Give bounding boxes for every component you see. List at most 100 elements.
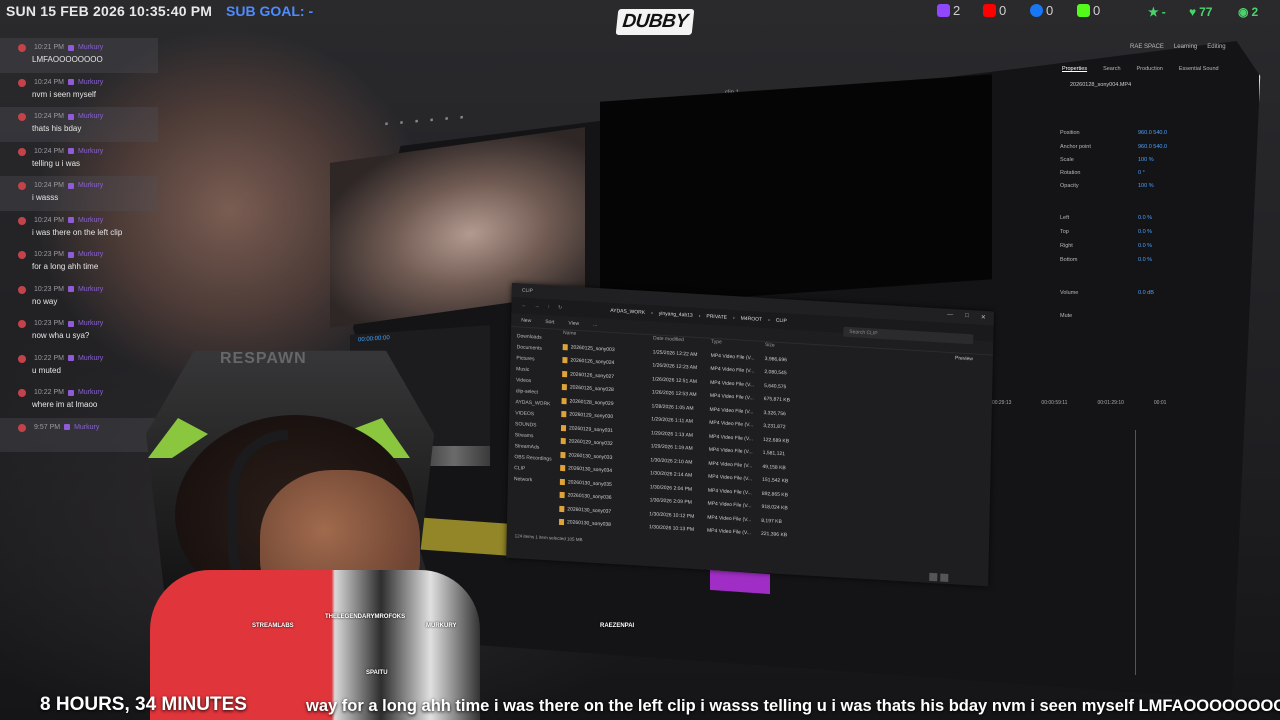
up-icon[interactable]: ↑ [547,304,550,310]
chat-time: 10:21 PM [34,44,64,51]
chat-message: 9:57 PM Murkury [0,417,158,452]
file-size: 3,326,756 [763,409,786,418]
chat-time: 10:24 PM [34,113,64,120]
close-icon[interactable]: ✕ [981,314,986,321]
property-value[interactable]: 100 % [1138,157,1154,163]
video-file-icon [559,478,565,485]
file-name: 20260130_sony036 [567,492,612,502]
kick-icon [1077,4,1090,17]
avatar [18,320,26,328]
toolbar-button[interactable]: View [568,320,579,327]
badge-icon [67,113,74,120]
chat-username: Murkury [77,216,104,224]
maximize-icon[interactable]: □ [965,313,969,320]
chat-username: Murkury [77,251,104,258]
workspace-tab[interactable]: Editing [1207,44,1225,50]
file-date: 1/26/2026 12:51 AM [652,376,697,385]
sub-goal: SUB GOAL: - [226,3,314,19]
property-value[interactable]: 960.0 540.0 [1138,130,1167,136]
property-value[interactable]: 0 ° [1138,170,1145,176]
file-name: 20260128_sony029 [569,398,614,407]
properties-tab[interactable]: Essential Sound [1179,66,1219,72]
follower-stat: ★ - [1148,5,1166,19]
properties-tab[interactable]: Search [1103,66,1120,72]
refresh-icon[interactable]: ↻ [558,305,562,311]
property-row: Rotation 0 ° [1060,170,1145,176]
chevron-right-icon: › [732,315,735,322]
toolbar-button[interactable]: Sort [545,318,554,325]
file-size: 8,197 KB [761,517,782,525]
view-toggle [929,572,949,582]
breadcrumb-item[interactable]: PRIVATE [706,314,727,321]
chat-time: 10:23 PM [34,285,64,293]
file-date: 1/28/2026 1:05 AM [651,403,694,412]
file-list: Name Date modified Type Size 20260125_sony0… [553,330,993,555]
file-type: MP4 Video File (V... [707,514,752,523]
file-type: MP4 Video File (V... [710,379,755,389]
tiles-view-icon[interactable] [940,573,949,582]
chat-message: 10:22 PM Murkury where im at lmaoo [0,383,158,418]
chat-time: 10:23 PM [34,320,64,327]
file-size: 3,986,696 [764,355,787,364]
property-value[interactable]: 0.0 % [1138,243,1152,249]
file-explorer-window: CLIP — □ ✕ ← → ↑ ↻ AYDAS_WORK › yinyang_4a… [506,283,994,587]
forward-icon[interactable]: → [534,303,539,309]
badge-icon [67,182,74,189]
badge-icon [67,148,74,154]
property-value[interactable]: 0.0 % [1138,257,1152,263]
timeline-purple-clip[interactable] [710,569,770,595]
twitch-icon [937,4,950,17]
details-view-icon[interactable] [929,572,938,582]
toolbar-button[interactable]: ... [593,321,597,327]
sidebar-item[interactable]: Network [514,474,554,487]
preview-button[interactable]: Preview [955,355,973,362]
property-row: Scale 100 % [1060,157,1154,163]
chat-time: 10:23 PM [34,251,64,258]
youtube-count: 0 [983,3,1006,18]
facebook-icon [1030,4,1043,17]
property-value[interactable]: 0.0 % [1138,215,1152,221]
properties-panel: Properties Search Production Essential Soun… [1040,60,1245,380]
file-date: 1/26/2026 12:53 AM [651,389,697,399]
chat-text: i wasss [32,193,59,202]
minimize-icon[interactable]: — [947,312,953,319]
property-value[interactable]: 0.0 dB [1138,290,1154,296]
breadcrumb-item[interactable]: yinyang_4ab13 [659,311,693,319]
twitch-count: 2 [937,3,960,18]
file-date: 1/25/2026 12:22 AM [652,349,698,358]
breadcrumb-item[interactable]: CLIP [776,318,787,325]
badge-icon [67,217,74,223]
workspace-tab[interactable]: Learning [1174,44,1197,50]
toolbar-button[interactable]: New [521,317,531,324]
properties-tab[interactable]: Properties [1062,66,1087,72]
overlay-label: THELEGENDARYMROFOKS [325,614,406,620]
avatar [18,182,26,190]
file-size: 5,640,575 [764,382,787,391]
properties-tab[interactable]: Production [1137,66,1163,72]
breadcrumb-item[interactable]: M4ROOT [741,316,763,323]
chat-username: Murkury [77,113,104,120]
property-value[interactable]: 0.0 % [1138,229,1152,235]
workspace-tab[interactable]: RAE SPACE [1130,44,1164,50]
back-icon[interactable]: ← [521,303,526,309]
chat-username: Murkury [77,285,104,293]
breadcrumb-item[interactable]: AYDAS_WORK [610,308,645,316]
file-name: 20260126_sony024 [570,357,615,367]
file-name: 20260130_sony038 [566,519,612,529]
overlay-label: MURKURY [426,623,457,629]
property-label: Right [1060,243,1073,249]
file-name: 20260129_sony031 [568,425,614,434]
chat-message: 10:24 PM Murkury i wasss [0,176,158,211]
property-value[interactable]: 960.0 540.0 [1138,144,1167,150]
video-file-icon [560,451,566,458]
chat-time: 10:24 PM [34,216,64,224]
avatar [18,423,26,432]
explorer-title: CLIP [521,287,534,295]
file-name: 20260126_sony027 [570,371,615,380]
property-value[interactable]: 100 % [1138,183,1154,189]
kick-count: 0 [1077,3,1100,18]
badge-icon [67,320,74,327]
chat-text: where im at lmaoo [32,400,98,409]
property-row: Right 0.0 % [1060,243,1152,249]
chevron-right-icon: › [698,313,701,320]
